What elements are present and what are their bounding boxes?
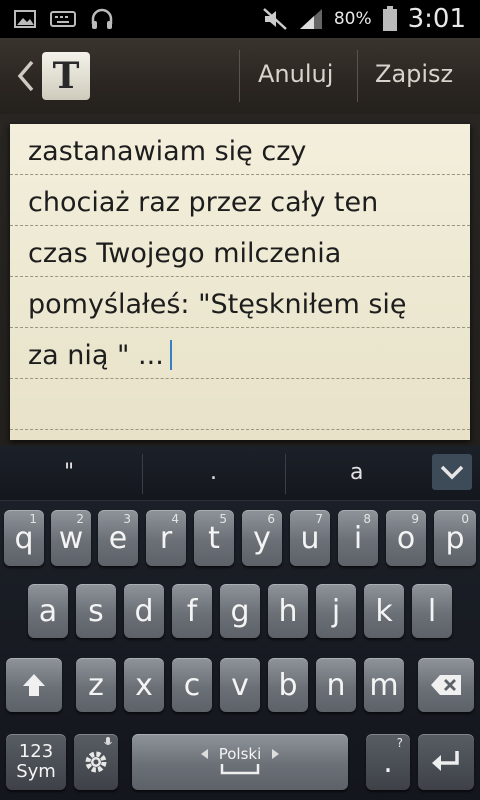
suggestion-item[interactable]: " — [64, 460, 74, 485]
chevron-down-icon — [440, 465, 464, 480]
symbols-key-label: Sym — [16, 761, 56, 782]
microphone-icon — [104, 737, 112, 745]
enter-icon — [432, 751, 459, 771]
ruled-line — [10, 378, 470, 379]
key-o[interactable]: o9 — [386, 510, 426, 566]
ruled-line — [10, 429, 470, 430]
suggestion-bar: " . a — [0, 446, 480, 501]
key-l[interactable]: l — [412, 584, 452, 638]
headphones-icon — [91, 8, 113, 29]
arrow-right-icon — [272, 749, 280, 759]
divider — [239, 50, 240, 102]
soft-keyboard: " . a q1 w2 e3 r4 t5 y6 u7 i8 o9 p0 a s … — [0, 446, 480, 800]
key-hint: 8 — [363, 512, 371, 526]
key-hint: 4 — [171, 512, 179, 526]
key-hint: 7 — [315, 512, 323, 526]
key-n[interactable]: n — [316, 658, 356, 712]
backspace-key[interactable] — [418, 658, 474, 712]
key-j[interactable]: j — [316, 584, 356, 638]
key-c[interactable]: c — [172, 658, 212, 712]
note-last-line: za nią " ... — [28, 340, 172, 371]
ruled-line — [10, 174, 470, 175]
symbols-key-label: 123 — [18, 741, 54, 762]
battery-icon — [382, 6, 397, 31]
symbols-key[interactable]: 123 Sym — [6, 734, 66, 790]
gallery-icon — [14, 10, 36, 28]
back-chevron-icon[interactable] — [14, 58, 36, 94]
key-label: t — [208, 520, 220, 556]
key-d[interactable]: d — [124, 584, 164, 638]
divider — [142, 454, 143, 494]
suggestion-item[interactable]: . — [210, 460, 217, 485]
key-z[interactable]: z — [76, 658, 116, 712]
key-hint: 3 — [123, 512, 131, 526]
clock: 3:01 — [407, 4, 466, 34]
shift-arrow-icon — [23, 674, 45, 696]
note-line-text: za nią " ... — [28, 340, 164, 371]
key-x[interactable]: x — [124, 658, 164, 712]
key-label: . — [383, 744, 393, 780]
key-h[interactable]: h — [268, 584, 308, 638]
shift-key[interactable] — [6, 658, 62, 712]
space-bar-icon — [220, 764, 260, 775]
ruled-line — [10, 225, 470, 226]
key-e[interactable]: e3 — [98, 510, 138, 566]
enter-key[interactable] — [418, 734, 474, 790]
backspace-icon — [431, 675, 461, 695]
key-a[interactable]: a — [28, 584, 68, 638]
key-hint: 5 — [219, 512, 227, 526]
action-bar: T Anuluj Zapisz — [0, 38, 480, 114]
cancel-button[interactable]: Anuluj — [258, 60, 333, 88]
key-g[interactable]: g — [220, 584, 260, 638]
battery-percent: 80% — [333, 9, 372, 29]
note-line-text: pomyślałeś: "Stęskniłem się — [28, 289, 407, 320]
key-f[interactable]: f — [172, 584, 212, 638]
key-b[interactable]: b — [268, 658, 308, 712]
save-button[interactable]: Zapisz — [375, 60, 453, 88]
key-t[interactable]: t5 — [194, 510, 234, 566]
key-w[interactable]: w2 — [51, 510, 91, 566]
text-cursor — [169, 340, 172, 370]
key-hint: 6 — [267, 512, 275, 526]
key-hint: 9 — [411, 512, 419, 526]
key-label: i — [353, 520, 363, 556]
note-line-text: chociaż raz przez cały ten — [28, 187, 379, 218]
key-y[interactable]: y6 — [242, 510, 282, 566]
divider — [357, 50, 358, 102]
space-key[interactable]: Polski — [132, 734, 348, 790]
language-label: Polski — [218, 745, 262, 763]
settings-key[interactable] — [74, 734, 118, 790]
key-r[interactable]: r4 — [146, 510, 186, 566]
key-hint: 2 — [76, 512, 84, 526]
collapse-suggestions-button[interactable] — [432, 454, 472, 490]
key-hint: 0 — [461, 512, 469, 526]
note-editor[interactable]: zastanawiam się czy chociaż raz przez ca… — [10, 124, 470, 440]
status-bar: 80% 3:01 — [0, 0, 480, 38]
gear-icon — [85, 751, 107, 773]
app-icon[interactable]: T — [42, 52, 90, 100]
note-line-text: zastanawiam się czy — [28, 136, 307, 167]
keyboard-icon — [50, 11, 76, 27]
key-k[interactable]: k — [364, 584, 404, 638]
key-q[interactable]: q1 — [4, 510, 44, 566]
suggestion-item[interactable]: a — [350, 460, 363, 485]
ruled-line — [10, 276, 470, 277]
key-i[interactable]: i8 — [338, 510, 378, 566]
key-hint: 1 — [29, 512, 37, 526]
arrow-left-icon — [200, 749, 208, 759]
divider — [285, 454, 286, 494]
signal-icon — [299, 9, 322, 29]
period-key[interactable]: . ? — [366, 734, 410, 790]
key-u[interactable]: u7 — [290, 510, 330, 566]
key-label: r — [159, 520, 173, 556]
key-v[interactable]: v — [220, 658, 260, 712]
phone-screen: 80% 3:01 T Anuluj Zapisz zastanawiam się… — [0, 0, 480, 800]
ruled-line — [10, 327, 470, 328]
mute-icon — [262, 8, 287, 30]
key-s[interactable]: s — [76, 584, 116, 638]
key-m[interactable]: m — [364, 658, 404, 712]
key-hint: ? — [396, 736, 403, 750]
note-line-text: czas Twojego milczenia — [28, 238, 342, 269]
key-p[interactable]: p0 — [434, 510, 476, 566]
